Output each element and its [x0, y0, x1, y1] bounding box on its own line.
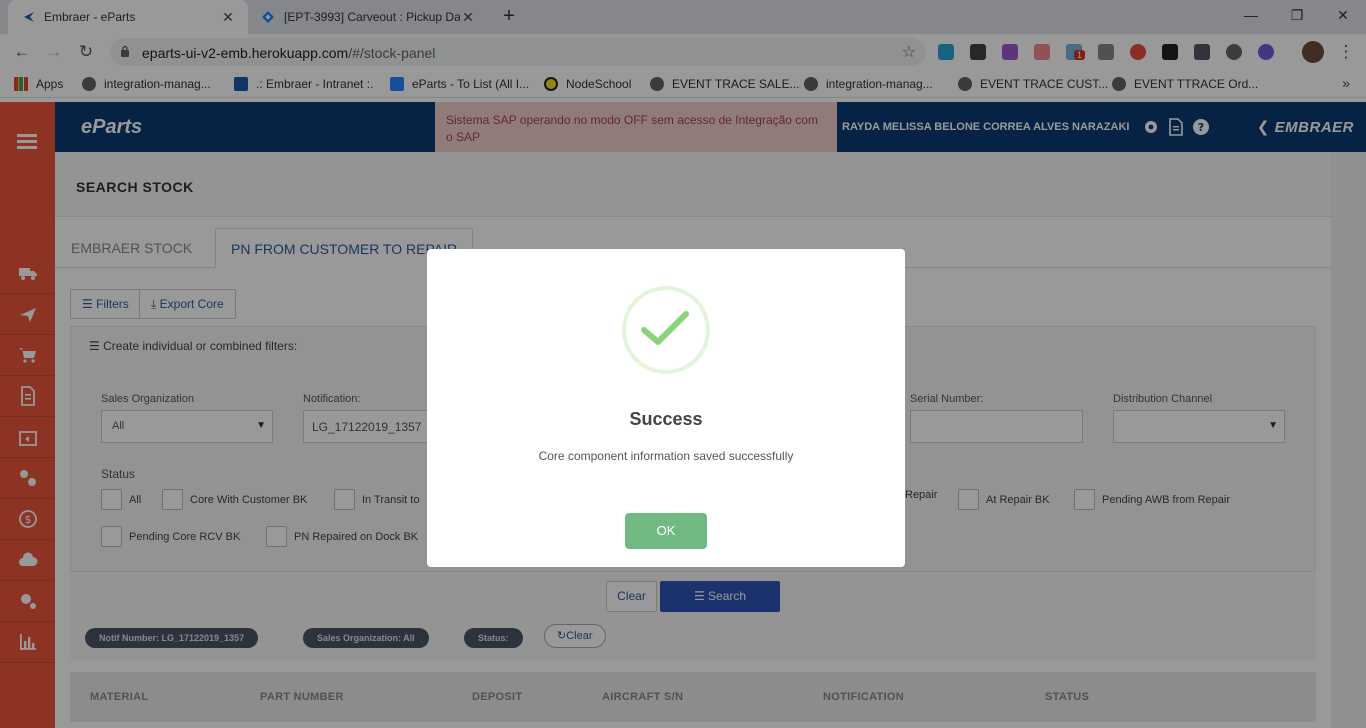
dialog-message: Core component information saved success… [538, 449, 794, 463]
ok-button[interactable]: OK [625, 513, 707, 549]
success-dialog: Success Core component information saved… [427, 249, 905, 567]
dialog-title: Success [629, 409, 703, 429]
success-check-icon [622, 286, 710, 374]
